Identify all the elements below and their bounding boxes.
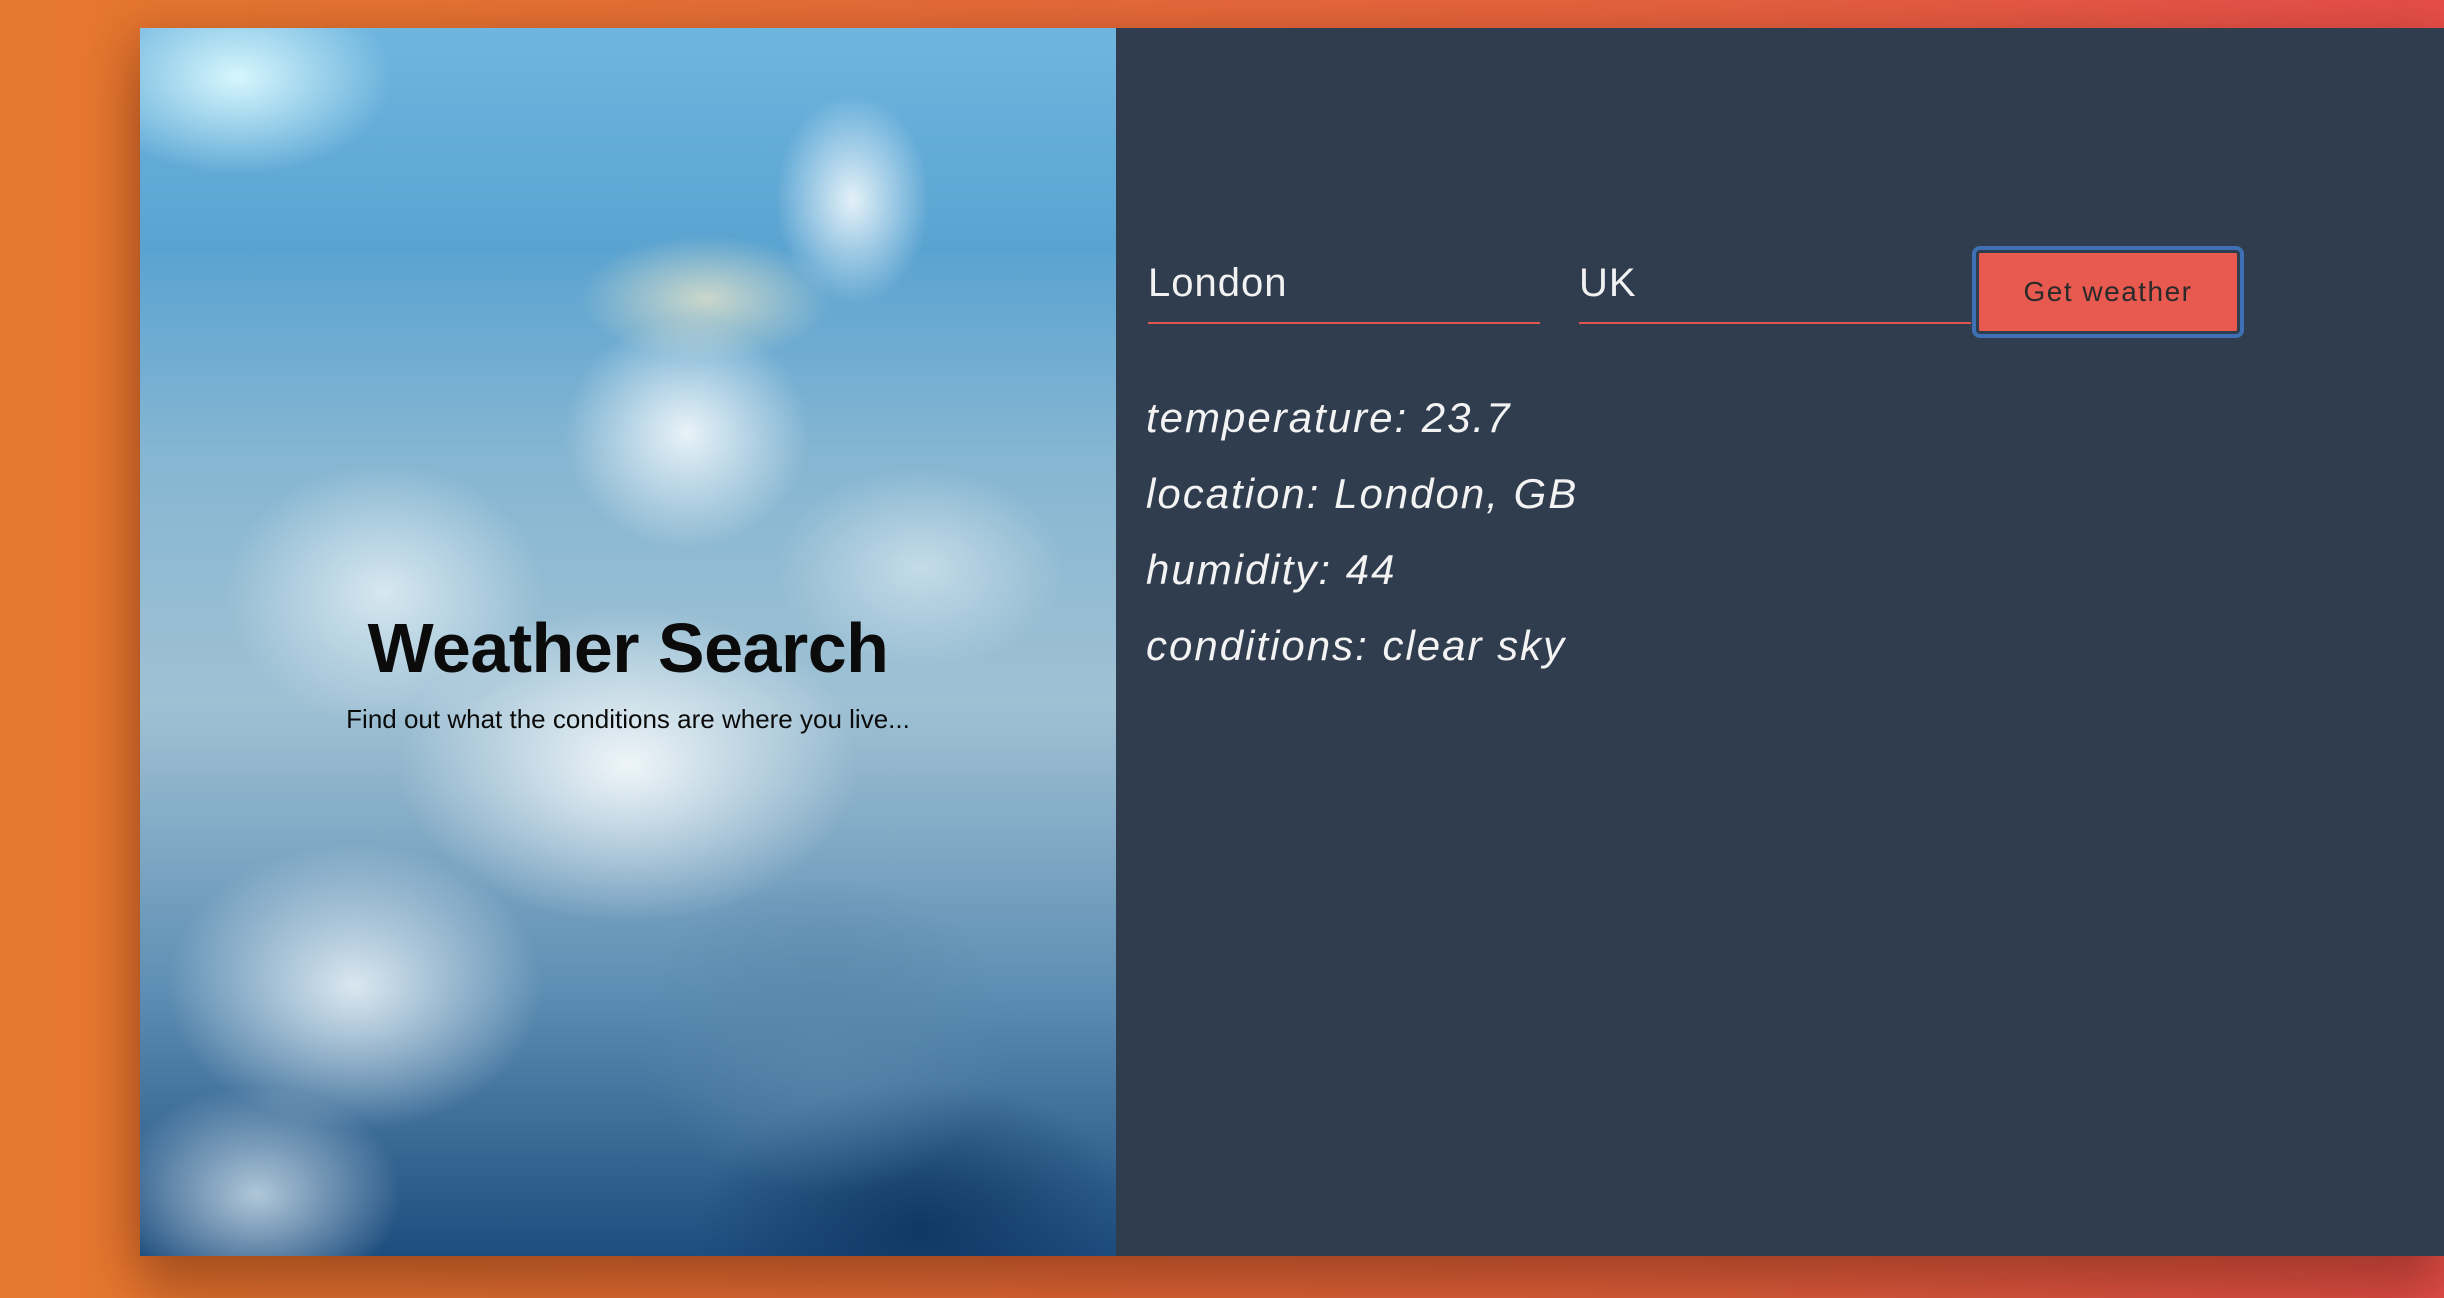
app-card: Weather Search Find out what the conditi…	[140, 28, 2444, 1256]
hero-cloud-image: Weather Search Find out what the conditi…	[140, 28, 1116, 1256]
page-title: Weather Search	[367, 609, 889, 687]
humidity-result: humidity: 44	[1146, 546, 1397, 593]
get-weather-button[interactable]: Get weather	[1972, 246, 2244, 338]
city-field	[1148, 250, 1540, 324]
weather-results: temperature: 23.7 location: London, GB h…	[1146, 380, 1578, 684]
hero-text: Weather Search Find out what the conditi…	[140, 608, 1116, 736]
country-input[interactable]	[1579, 250, 1971, 322]
temperature-result: temperature: 23.7	[1146, 394, 1512, 441]
page-subtitle: Find out what the conditions are where y…	[346, 704, 910, 734]
country-field	[1579, 250, 1971, 324]
search-panel: Get weather temperature: 23.7 location: …	[1116, 28, 2444, 1256]
city-input[interactable]	[1148, 250, 1540, 322]
conditions-result: conditions: clear sky	[1146, 622, 1567, 669]
location-result: location: London, GB	[1146, 470, 1579, 517]
